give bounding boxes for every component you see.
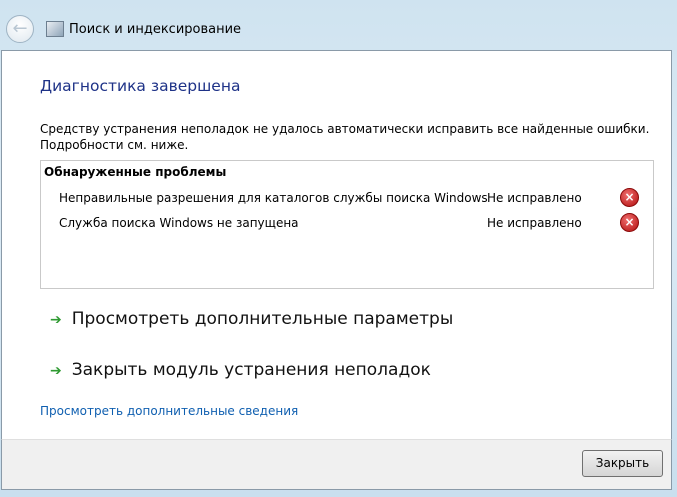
problem-status: Не исправлено	[487, 216, 582, 230]
green-arrow-icon: ➔	[50, 312, 62, 328]
error-icon: ×	[620, 188, 639, 207]
close-troubleshooter-link[interactable]: ➔ Закрыть модуль устранения неполадок	[50, 360, 431, 380]
view-more-options-link[interactable]: ➔ Просмотреть дополнительные параметры	[50, 309, 453, 329]
page-heading: Диагностика завершена	[40, 77, 241, 95]
problem-row: Неправильные разрешения для каталогов сл…	[59, 188, 644, 209]
problem-row: Служба поиска Windows не запущена Не исп…	[59, 213, 644, 234]
description: Средству устранения неполадок не удалось…	[40, 122, 650, 152]
problem-status: Не исправлено	[487, 191, 582, 205]
error-icon: ×	[620, 213, 639, 232]
problems-header: Обнаруженные проблемы	[44, 165, 227, 179]
footer: Закрыть	[1, 439, 672, 490]
problems-list: Обнаруженные проблемы Неправильные разре…	[40, 160, 654, 289]
close-button[interactable]: Закрыть	[582, 450, 663, 477]
search-indexing-icon	[46, 21, 64, 37]
back-arrow-icon: ←	[12, 18, 28, 39]
problem-name: Служба поиска Windows не запущена	[59, 216, 299, 230]
green-arrow-icon: ➔	[50, 363, 62, 379]
content-panel: Диагностика завершена Средству устранени…	[1, 50, 672, 440]
problem-name: Неправильные разрешения для каталогов сл…	[59, 191, 488, 205]
view-details-link[interactable]: Просмотреть дополнительные сведения	[40, 404, 298, 418]
back-button[interactable]: ←	[6, 15, 34, 43]
window-title: Поиск и индексирование	[69, 22, 242, 37]
